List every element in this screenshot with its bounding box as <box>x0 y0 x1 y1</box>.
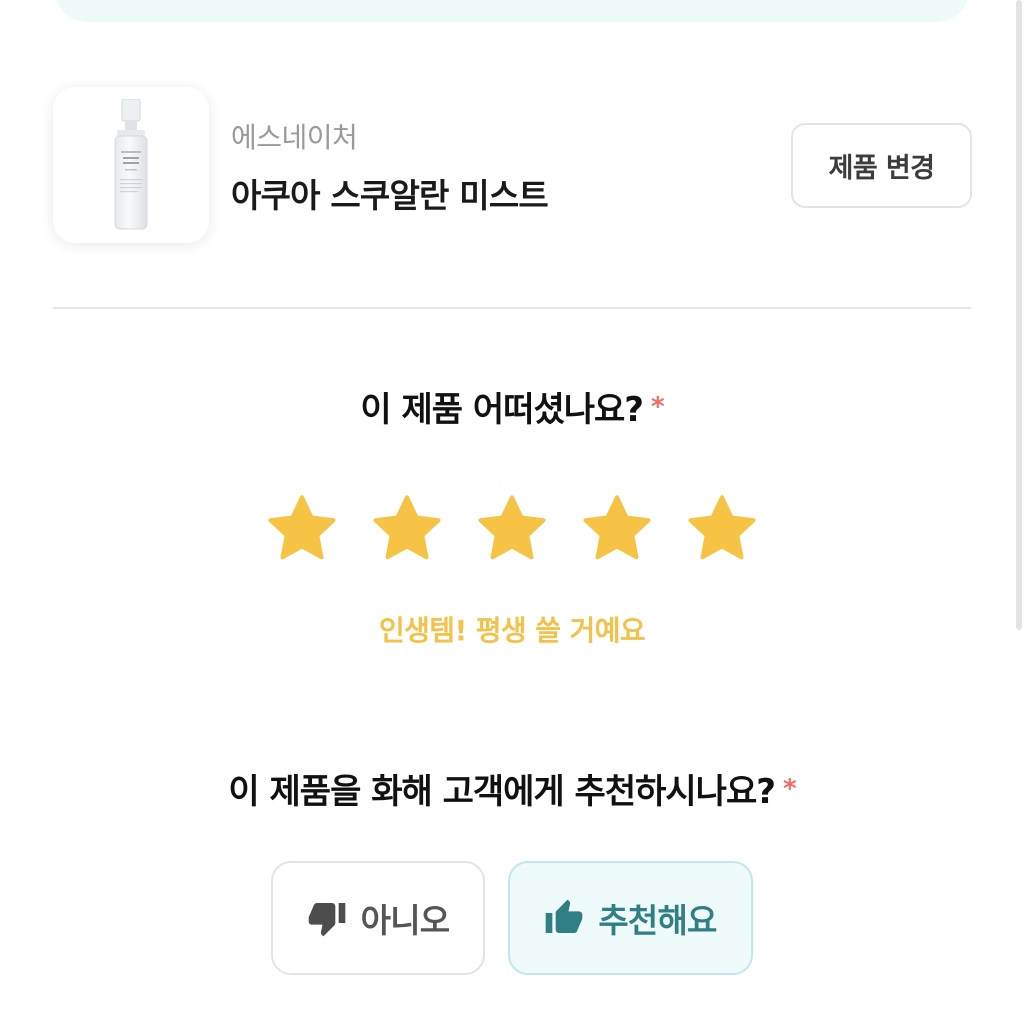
recommend-question-text: 이 제품을 화해 고객에게 추천하시나요? <box>228 772 776 812</box>
rating-question-text: 이 제품 어떠셨나요? <box>360 390 644 430</box>
required-asterisk: * <box>782 774 797 804</box>
star-icon[interactable] <box>682 490 762 570</box>
review-write-page: 에스네이처 아쿠아 스쿠알란 미스트 제품 변경 이 제품 어떠셨나요? * 인생… <box>0 0 1024 1024</box>
product-name: 아쿠아 스쿠알란 미스트 <box>231 176 549 215</box>
recommend-button[interactable]: 추천해요 <box>508 861 753 975</box>
product-thumbnail <box>53 87 209 243</box>
not-recommend-label: 아니오 <box>360 901 450 940</box>
star-icon[interactable] <box>577 490 657 570</box>
rating-description: 인생템! 평생 쓸 거예요 <box>378 614 646 647</box>
star-icon[interactable] <box>367 490 447 570</box>
product-brand: 에스네이처 <box>231 121 358 154</box>
top-banner <box>54 0 970 22</box>
product-bottle-image <box>114 99 148 230</box>
star-rating <box>262 490 762 570</box>
thumbs-down-icon <box>308 903 345 937</box>
section-divider <box>53 307 971 309</box>
thumbs-up-icon <box>546 899 583 933</box>
required-asterisk: * <box>651 392 665 422</box>
star-icon[interactable] <box>472 490 552 570</box>
change-product-button[interactable]: 제품 변경 <box>791 123 972 208</box>
recommend-question: 이 제품을 화해 고객에게 추천하시나요? * <box>0 764 1024 813</box>
not-recommend-button[interactable]: 아니오 <box>271 861 485 975</box>
scrollbar[interactable] <box>1016 0 1022 630</box>
rating-question: 이 제품 어떠셨나요? * <box>0 382 1024 431</box>
recommend-label: 추천해요 <box>598 901 717 940</box>
star-icon[interactable] <box>262 490 342 570</box>
